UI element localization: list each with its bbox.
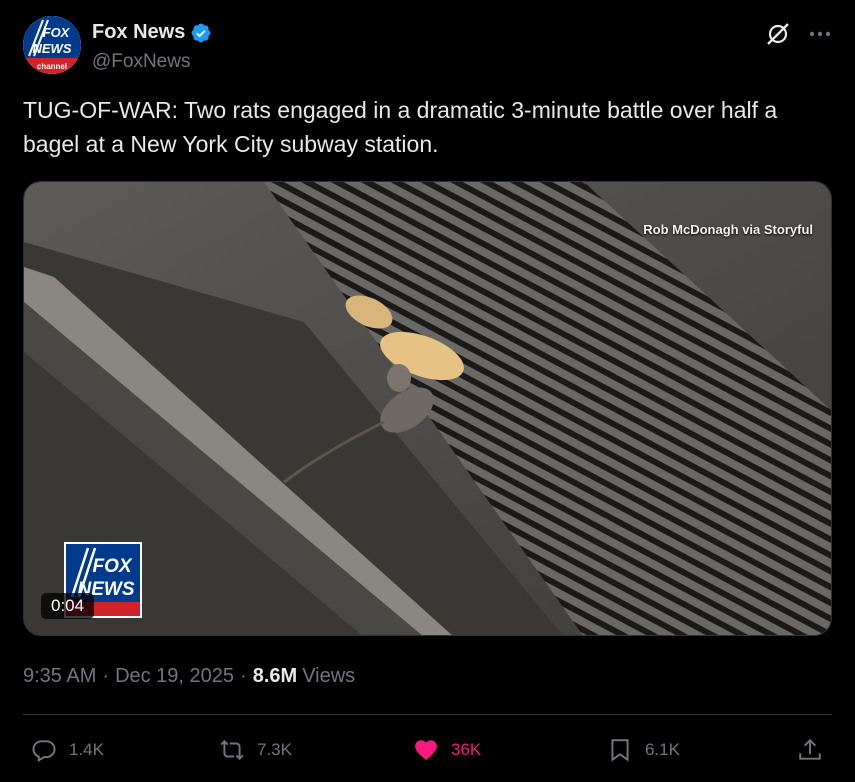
avatar[interactable]: FOX NEWS channel [23,16,81,74]
like-icon [415,740,437,761]
bookmark-count: 6.1K [645,740,680,759]
share-icon [799,738,821,760]
like-count: 36K [451,740,482,759]
bookmark-button[interactable]: 6.1K [607,730,680,770]
video-player[interactable]: Rob McDonagh via Storyful FOX NEWS 0:04 [23,181,832,636]
post-date[interactable]: Dec 19, 2025 [115,665,234,688]
author-row: Fox News [92,21,212,44]
views-label: Views [302,665,356,687]
video-timer: 0:04 [41,593,95,619]
watermark-text-top: FOX [92,556,132,577]
repost-button[interactable]: 7.3K [219,730,292,770]
author-name[interactable]: Fox News [92,21,185,44]
reply-icon [32,740,56,763]
post-header: FOX NEWS channel Fox News @FoxNews [23,16,833,78]
post-meta: 9:35 AM · Dec 19, 2025 · 8.6M Views [23,665,355,688]
more-icon[interactable] [807,24,833,44]
grok-icon[interactable] [765,21,791,47]
action-bar: 1.4K 7.3K 36K 6.1K [23,730,832,770]
repost-count: 7.3K [257,740,292,759]
avatar-text-mid: NEWS [33,41,72,56]
avatar-text-bottom: channel [37,62,67,71]
like-button[interactable]: 36K [413,730,481,770]
share-button[interactable] [797,730,835,770]
fox-news-logo: FOX NEWS channel [23,16,81,74]
meta-separator-2: · [240,665,247,687]
video-frame [24,182,831,635]
verified-badge-icon[interactable] [190,22,212,44]
divider [23,714,832,715]
post-text: TUG-OF-WAR: Two rats engaged in a dramat… [23,97,778,157]
meta-separator: · [102,665,110,687]
views-count[interactable]: 8.6M [253,665,297,688]
video-credit: Rob McDonagh via Storyful [643,222,813,237]
post-time[interactable]: 9:35 AM [23,665,96,688]
avatar-text-top: FOX [43,25,71,40]
bookmark-icon [611,739,629,762]
reply-button[interactable]: 1.4K [31,730,104,770]
author-handle[interactable]: @FoxNews [92,51,190,73]
repost-icon [220,739,244,761]
reply-count: 1.4K [69,740,104,759]
